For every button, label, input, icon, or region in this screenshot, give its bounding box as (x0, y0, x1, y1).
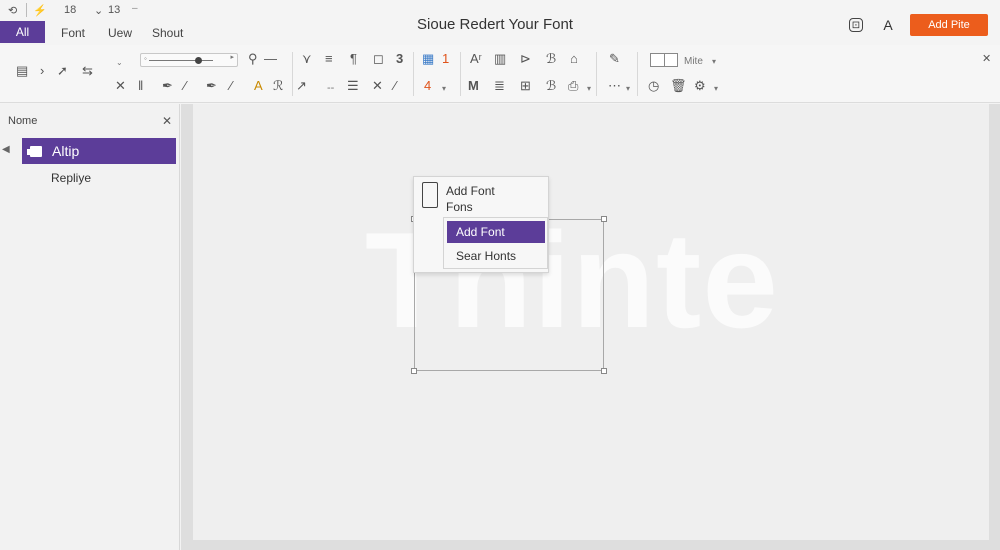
ribbon-separator (413, 52, 414, 96)
chevron-right-icon[interactable]: › (40, 63, 44, 79)
pen-tool-icon[interactable]: ✒ (206, 78, 217, 94)
settings-dropdown-icon[interactable]: ▾ (714, 81, 718, 97)
tab-font[interactable]: Font (61, 26, 85, 40)
document-icon[interactable]: ▦ (422, 51, 434, 67)
format-icon[interactable]: ℛ (273, 78, 283, 94)
font-submenu: Add Font Sear Honts (443, 217, 548, 269)
count-value[interactable]: 1 (442, 51, 449, 67)
resize-handle-br[interactable] (601, 368, 607, 374)
tab-shout[interactable]: Shout (152, 26, 183, 40)
slider-knob[interactable] (195, 57, 202, 64)
undo-icon[interactable]: ⟲ (8, 4, 17, 17)
slider-track (149, 60, 213, 61)
popup-title-line1: Add Font (446, 184, 495, 198)
dots-dropdown-icon[interactable]: ▾ (626, 81, 630, 97)
highlight-icon[interactable]: A (254, 78, 263, 94)
link-icon[interactable]: ⇆ (82, 63, 93, 79)
search-icon[interactable]: ⚲ (248, 51, 258, 67)
filter-icon[interactable]: ⋎ (302, 51, 312, 67)
quick-access-value[interactable]: 18 (64, 4, 76, 16)
brush-icon[interactable]: ℬ (546, 51, 556, 67)
tools-icon[interactable]: ℬ (546, 78, 556, 94)
lightning-icon[interactable]: ⚡ (33, 4, 47, 17)
pane-header: Nome (8, 115, 38, 127)
font-size-icon[interactable]: Aʳ (470, 51, 482, 67)
quick-access-dash: – (132, 3, 138, 14)
popup-title-line2: Fons (446, 200, 473, 214)
pane-collapse-icon[interactable]: ◀ (2, 144, 10, 155)
slider-start-icon: ◦ (144, 54, 147, 63)
dots-icon[interactable]: ⋯ (608, 78, 621, 94)
print-dropdown-icon[interactable]: ▾ (587, 81, 591, 97)
pane-close-icon[interactable]: ✕ (162, 114, 172, 128)
pane-item-repliye[interactable]: Repliye (51, 171, 91, 185)
tab-all[interactable]: All (0, 21, 45, 43)
device-icon (422, 182, 438, 208)
collapse-icon[interactable]: ⌄ (116, 55, 123, 71)
trash-icon[interactable]: 🗑 (670, 78, 687, 94)
add-button[interactable]: Add Pite (910, 14, 988, 36)
navigation-pane: Nome ✕ ◀ Altip Repliye (0, 104, 180, 550)
clock-icon[interactable]: ◷ (648, 78, 659, 94)
layout-style-box[interactable] (650, 53, 678, 67)
tag-icon[interactable]: ⊳ (520, 51, 531, 67)
resize-handle-bl[interactable] (411, 368, 417, 374)
style-label[interactable]: Mite (684, 54, 703, 70)
ribbon-separator (637, 52, 638, 96)
zoom-slider[interactable]: ◦ ▸ (140, 53, 238, 67)
printer-icon[interactable]: ⎙ (568, 78, 578, 94)
ribbon-separator (292, 52, 293, 96)
style-dropdown-icon[interactable]: ▾ (712, 54, 716, 70)
slash-icon[interactable]: ⁄ (394, 78, 396, 94)
page-icon (27, 145, 42, 157)
dash-icon[interactable]: -- (327, 80, 334, 96)
chevron-down-icon[interactable]: ⌄ (94, 4, 103, 17)
popup-title: Add Font Fons (446, 183, 495, 215)
title-bar: ⟲ ⚡ 18 ⌄ 13 – All Font Uew Shout Sioue R… (0, 0, 1000, 45)
list-icon[interactable]: ☰ (347, 78, 359, 94)
pane-item-label: Altip (52, 143, 80, 159)
macro-icon[interactable]: M (468, 78, 479, 94)
document-canvas[interactable]: Thinte Add Font Fons Add Font Sear Honts (193, 104, 989, 540)
menu-item-add-font[interactable]: Add Font (447, 221, 545, 243)
slider-end-icon: ▸ (230, 54, 234, 61)
pen-icon[interactable]: ✒ (162, 78, 173, 94)
share-icon[interactable]: ⊡ (849, 18, 863, 32)
paragraph-icon[interactable]: ¶ (350, 51, 357, 67)
tab-view[interactable]: Uew (108, 26, 132, 40)
quick-access-value-2[interactable]: 13 (108, 4, 120, 16)
cut-icon[interactable]: ✕ (372, 78, 383, 94)
document-title: Sioue Redert Your Font (417, 16, 573, 33)
quick-access-separator (26, 3, 27, 17)
ribbon-separator (460, 52, 461, 96)
close-icon[interactable]: ✕ (115, 78, 126, 94)
column-icon[interactable]: ‖ (138, 78, 143, 94)
draw-icon[interactable]: ↗ (296, 78, 307, 94)
arrow-icon[interactable]: ➚ (57, 63, 68, 79)
eraser-icon[interactable]: ⁄ (230, 78, 232, 94)
pencil-icon[interactable]: ✎ (609, 51, 620, 67)
pane-item-altip[interactable]: Altip (22, 138, 176, 164)
eyedropper-icon[interactable]: ⁄ (184, 78, 186, 94)
bag-icon[interactable]: ⌂ (570, 51, 578, 67)
ribbon-toolbar: ▤ › ➚ ⇆ ⌄ ◦ ▸ ⚲ — ⋎ ≡ ¶ ◻ 3 ▦ 1 Aʳ ▥ ⊳ ℬ… (0, 45, 1000, 103)
grid-icon[interactable]: ⊞ (520, 78, 531, 94)
menu-item-search-fonts[interactable]: Sear Honts (456, 249, 516, 263)
level-value[interactable]: 3 (396, 51, 403, 67)
folder-icon[interactable]: ▤ (16, 63, 28, 79)
align-icon[interactable]: ≡ (325, 51, 333, 67)
resize-handle-tr[interactable] (601, 216, 607, 222)
table-icon[interactable]: ▥ (494, 51, 506, 67)
lines-icon[interactable]: ≣ (494, 78, 505, 94)
font-a-icon[interactable]: A (879, 16, 897, 34)
tab-count-value[interactable]: 4 (424, 78, 431, 94)
comment-icon[interactable]: ◻ (373, 51, 384, 67)
ribbon-separator (596, 52, 597, 96)
settings-icon[interactable]: ⚙ (694, 78, 706, 94)
count-dropdown-icon[interactable]: ▾ (442, 81, 446, 97)
line-style-icon[interactable]: — (264, 51, 277, 67)
ribbon-close-icon[interactable]: ✕ (982, 51, 991, 67)
